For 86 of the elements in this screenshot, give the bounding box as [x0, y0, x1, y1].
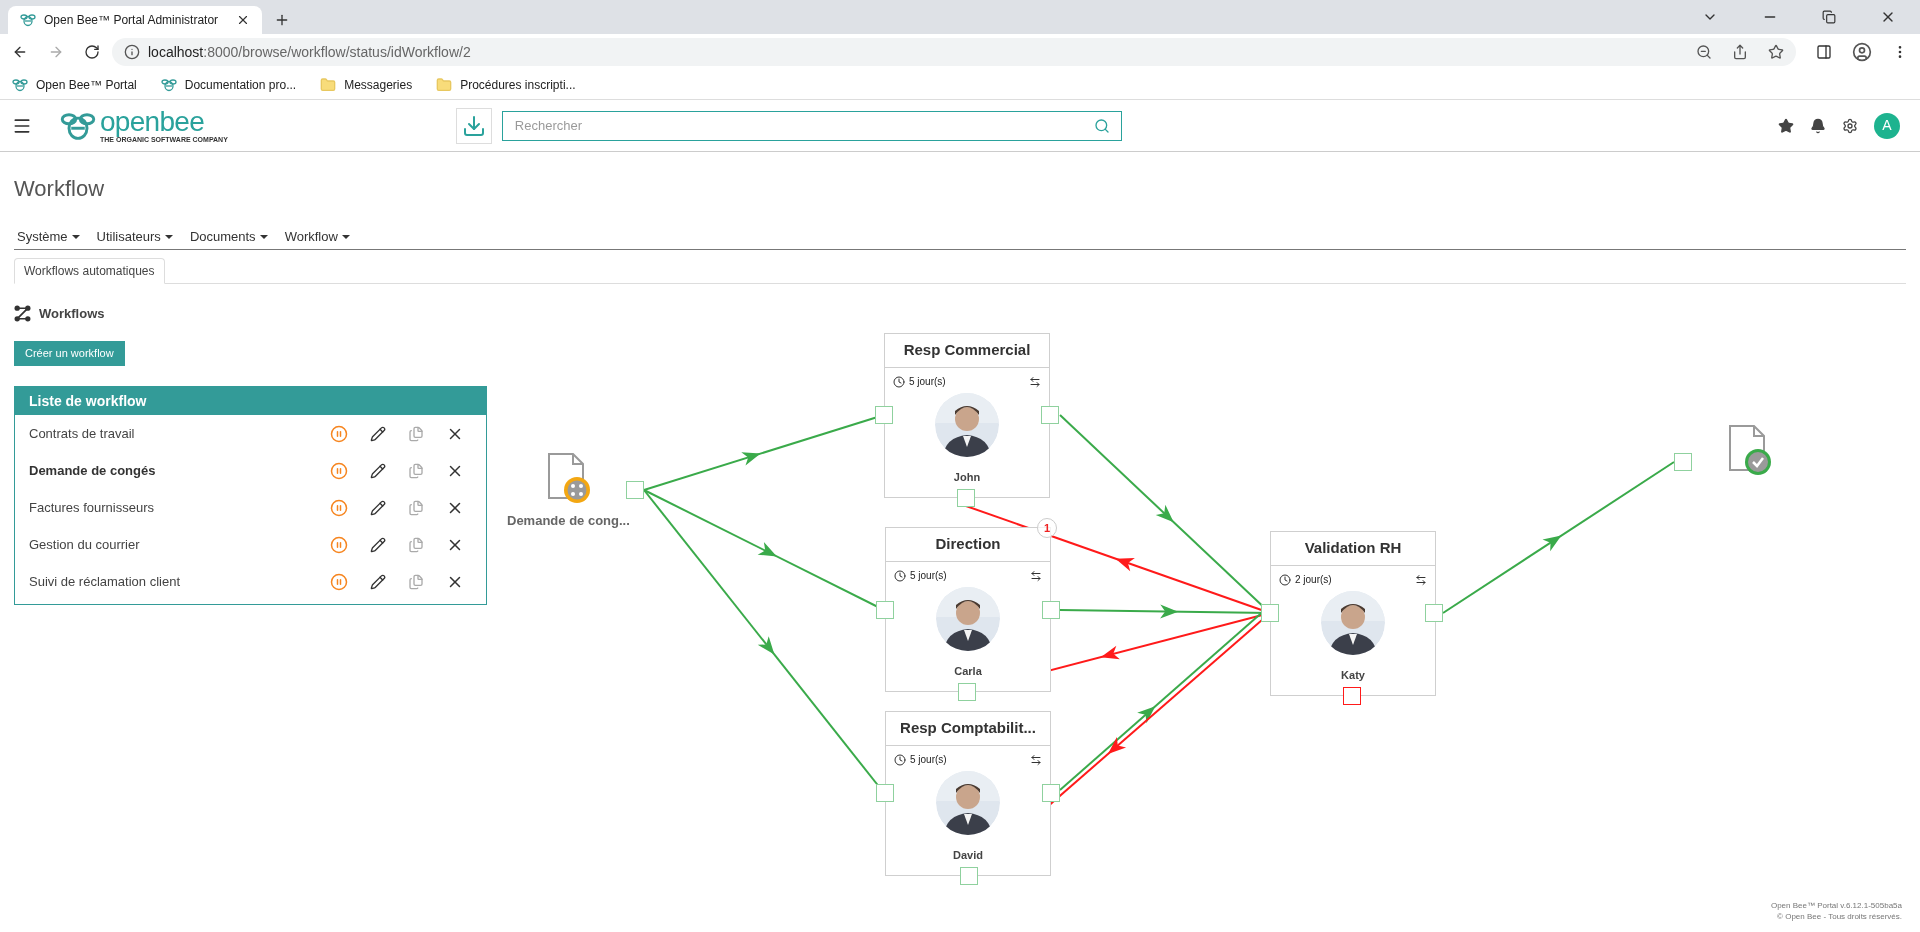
menu-dropdown[interactable]: Système [14, 227, 80, 247]
pause-icon[interactable] [330, 535, 348, 554]
assignee-name: John [953, 470, 981, 485]
step-title: Validation RH [1304, 538, 1402, 559]
download-button[interactable] [455, 107, 492, 144]
bookmark-link[interactable]: Messageries [344, 75, 413, 94]
pause-icon[interactable] [330, 424, 348, 443]
clock-icon [893, 375, 905, 388]
reload-icon[interactable] [84, 44, 100, 60]
footer-text: © Open Bee - Tous droits réservés. [1777, 911, 1902, 922]
edit-icon[interactable] [370, 573, 386, 590]
start-document-icon [547, 452, 593, 506]
edit-icon[interactable] [370, 536, 386, 553]
menu-dropdown[interactable]: Workflow [281, 227, 350, 247]
bee-icon [20, 12, 36, 28]
side-panel-icon[interactable] [1816, 44, 1832, 60]
restore-icon[interactable] [1822, 10, 1836, 24]
notification-icon[interactable] [1810, 117, 1826, 134]
delay-text: 5 jour(s) [910, 569, 947, 583]
step-title: Resp Comptabilit... [900, 718, 1036, 739]
search-field[interactable]: Rechercher [501, 110, 1122, 141]
swap-icon[interactable] [1415, 573, 1427, 586]
share-icon[interactable] [1732, 44, 1748, 60]
address-bar[interactable]: localhost:8000/browse/workflow/status/idWorkflow/2 [112, 38, 1796, 66]
section-title: Workflows [39, 304, 105, 323]
settings-icon[interactable] [1842, 117, 1858, 134]
end-document-icon [1728, 424, 1774, 478]
folder-icon [320, 76, 337, 93]
workflow-item[interactable]: Suivi de réclamation client [29, 571, 330, 592]
bookmark-link[interactable]: Open Bee™ Portal [36, 75, 137, 94]
bookmark-link[interactable]: Procédures inscripti... [460, 75, 576, 94]
workflow-icon [14, 304, 31, 322]
step-card[interactable]: Resp Comptabilit... 5 jour(s) David [885, 711, 1051, 876]
close-icon[interactable] [236, 13, 250, 27]
pause-icon[interactable] [330, 498, 348, 517]
favorites-icon[interactable] [1778, 117, 1794, 134]
bookmark-star-icon[interactable] [1768, 44, 1784, 60]
swap-icon[interactable] [1029, 375, 1041, 388]
workflow-item[interactable]: Gestion du courrier [29, 534, 330, 555]
edit-icon[interactable] [370, 499, 386, 516]
step-card[interactable]: Validation RH 2 jour(s) Katy [1270, 531, 1436, 696]
pause-icon[interactable] [330, 461, 348, 480]
menu-dropdown[interactable]: Utilisateurs [93, 227, 173, 247]
footer-text: Open Bee™ Portal v.6.12.1-505ba5a [1770, 900, 1902, 911]
delay-text: 5 jour(s) [910, 753, 947, 767]
clock-icon [894, 569, 906, 582]
workflow-item[interactable]: Factures fournisseurs [29, 497, 330, 518]
bee-icon [12, 76, 28, 93]
info-icon [124, 44, 140, 60]
assignee-name: Katy [1341, 668, 1365, 683]
browser-tab[interactable]: Open Bee™ Portal Administrator [8, 6, 262, 34]
logo-text: openbee [100, 108, 206, 136]
swap-icon[interactable] [1030, 569, 1042, 582]
edit-icon[interactable] [370, 462, 386, 479]
tab[interactable]: Workflows automatiques [14, 257, 165, 284]
panel-title: Liste de workflow [29, 391, 147, 411]
download-icon [461, 113, 486, 138]
workflow-item[interactable]: Contrats de travail [29, 423, 330, 444]
bee-icon [160, 76, 177, 93]
page-title: Workflow [14, 175, 106, 203]
tab-title: Open Bee™ Portal Administrator [44, 12, 220, 29]
step-title: Resp Commercial [903, 340, 1031, 361]
profile-icon[interactable] [1852, 42, 1872, 62]
clock-icon [894, 753, 906, 766]
clock-icon [1279, 573, 1291, 586]
assignee-name: Carla [954, 664, 982, 679]
workflow-item[interactable]: Demande de congés [29, 460, 330, 481]
zoom-icon[interactable] [1696, 44, 1712, 60]
swap-icon[interactable] [1030, 753, 1042, 766]
connection-port[interactable] [1343, 687, 1361, 705]
bookmark-link[interactable]: Documentation pro... [184, 75, 297, 94]
start-label: Demande de cong... [507, 512, 630, 530]
back-icon[interactable] [12, 44, 28, 60]
menu-dropdown[interactable]: Documents [186, 227, 268, 247]
search-icon[interactable] [1093, 117, 1110, 134]
delay-text: 2 jour(s) [1295, 573, 1332, 587]
count-badge: 1 [1037, 518, 1057, 538]
new-tab-icon[interactable] [274, 12, 290, 28]
step-card[interactable]: Resp Commercial 5 jour(s) John [884, 333, 1050, 498]
pause-icon[interactable] [330, 572, 348, 591]
step-title: Direction [935, 534, 1001, 555]
url-text: localhost:8000/browse/workflow/status/idWorkflow/2 [148, 42, 471, 62]
folder-icon [436, 76, 453, 93]
delay-text: 5 jour(s) [909, 375, 946, 389]
assignee-name: David [953, 848, 983, 863]
edit-icon[interactable] [370, 425, 386, 442]
